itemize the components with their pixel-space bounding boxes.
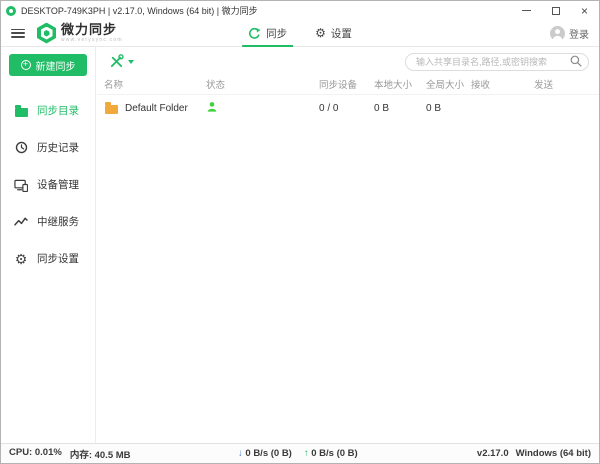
app-window: DESKTOP-749K3PH | v2.17.0, Windows (64 b… <box>0 0 600 464</box>
local-size-value: 0 B <box>374 102 390 114</box>
col-global-size: 全局大小 <box>426 79 465 91</box>
col-status: 状态 <box>206 79 226 91</box>
maximize-icon <box>551 6 560 15</box>
chevron-down-icon <box>128 60 134 64</box>
tab-settings-label: 设置 <box>330 27 352 40</box>
sync-icon <box>249 27 261 39</box>
main-tabs: 同步 ⚙ 设置 <box>242 20 354 47</box>
new-sync-button[interactable]: + 新建同步 <box>9 54 87 76</box>
header: 微力同步 www.verysync.com 同步 ⚙ 设置 登录 <box>1 20 599 47</box>
status-cell <box>206 101 319 116</box>
folder-icon <box>14 104 28 118</box>
col-name: 名称 <box>104 79 124 91</box>
table-header: 名称 状态 同步设备 本地大小 全局大小 接收 发送 <box>97 74 599 93</box>
gear-icon: ⚙ <box>315 26 326 40</box>
window-title: DESKTOP-749K3PH | v2.17.0, Windows (64 b… <box>21 6 258 16</box>
tools-icon <box>110 54 124 68</box>
sync-devices-value: 0 / 0 <box>319 102 339 114</box>
status-bar: CPU: 0.01% 内存: 40.5 MB ↓ 0 B/s (0 B) ↑ 0… <box>1 443 599 463</box>
app-logo: 微力同步 www.verysync.com <box>37 22 123 44</box>
window-controls: × <box>512 1 599 20</box>
sidebar-item-label: 同步目录 <box>37 105 79 117</box>
relay-icon <box>14 215 28 229</box>
app-icon <box>6 5 16 16</box>
minimize-button[interactable] <box>512 1 541 20</box>
upload-arrow-icon: ↑ <box>303 448 309 459</box>
logo-hexagon-icon <box>37 22 56 44</box>
logo-subtext: www.verysync.com <box>61 37 123 43</box>
plus-circle-icon: + <box>20 60 31 70</box>
cpu-usage: CPU: 0.01% <box>9 446 62 458</box>
close-button[interactable]: × <box>570 1 599 20</box>
sidebar: + 新建同步 同步目录 历史记录 设备管理 中继服务 ⚙ 同步设置 <box>1 47 96 443</box>
sidebar-item-label: 设备管理 <box>37 179 79 191</box>
search-input[interactable] <box>405 53 589 71</box>
search-box <box>405 52 589 71</box>
sidebar-item-label: 历史记录 <box>37 142 79 154</box>
new-sync-label: 新建同步 <box>35 61 76 73</box>
history-icon <box>14 141 28 155</box>
col-local-size: 本地大小 <box>374 79 413 91</box>
table-row[interactable]: Default Folder 0 / 0 0 B 0 B <box>97 94 599 121</box>
minimize-icon <box>522 10 531 11</box>
sidebar-item-label: 中继服务 <box>37 216 79 228</box>
search-icon[interactable] <box>570 55 582 67</box>
sidebar-item-sync-settings[interactable]: ⚙ 同步设置 <box>1 240 95 277</box>
main-content: 名称 状态 同步设备 本地大小 全局大小 接收 发送 Default Folde… <box>97 47 599 443</box>
tab-sync[interactable]: 同步 <box>242 20 294 47</box>
tab-settings[interactable]: ⚙ 设置 <box>313 20 354 46</box>
upload-rate: 0 B/s (0 B) <box>311 448 358 459</box>
tools-menu-button[interactable] <box>109 54 134 68</box>
download-arrow-icon: ↓ <box>238 448 243 459</box>
app-version: v2.17.0 <box>476 448 509 459</box>
tab-sync-label: 同步 <box>266 27 288 40</box>
login-button[interactable]: 登录 <box>550 25 589 41</box>
menu-icon[interactable] <box>11 28 25 38</box>
col-receive: 接收 <box>471 79 491 91</box>
sidebar-item-history[interactable]: 历史记录 <box>1 129 95 166</box>
maximize-button[interactable] <box>541 1 570 20</box>
close-icon: × <box>580 3 588 18</box>
sidebar-item-relay[interactable]: 中继服务 <box>1 203 95 240</box>
download-rate: 0 B/s (0 B) <box>245 448 292 459</box>
memory-usage: 内存: 40.5 MB <box>69 449 131 461</box>
col-sync-devices: 同步设备 <box>319 79 358 91</box>
gear-icon: ⚙ <box>14 250 28 267</box>
login-label: 登录 <box>569 29 589 41</box>
sidebar-items: 同步目录 历史记录 设备管理 中继服务 ⚙ 同步设置 <box>1 92 95 277</box>
sidebar-item-sync-folders[interactable]: 同步目录 <box>1 92 95 129</box>
online-user-icon <box>207 101 217 112</box>
sidebar-item-label: 同步设置 <box>37 253 79 265</box>
title-bar: DESKTOP-749K3PH | v2.17.0, Windows (64 b… <box>1 1 599 20</box>
col-send: 发送 <box>534 79 554 91</box>
resource-usage: CPU: 0.01% 内存: 40.5 MB <box>1 447 131 461</box>
logo-name: 微力同步 <box>61 22 118 37</box>
transfer-rates: ↓ 0 B/s (0 B) ↑ 0 B/s (0 B) <box>238 448 358 459</box>
global-size-value: 0 B <box>426 102 442 114</box>
avatar-icon <box>550 25 565 41</box>
folder-name: Default Folder <box>125 102 188 114</box>
folder-icon <box>104 101 118 115</box>
platform: Windows (64 bit) <box>515 448 591 459</box>
devices-icon <box>14 178 28 192</box>
version-info: v2.17.0 Windows (64 bit) <box>477 448 599 459</box>
sidebar-item-devices[interactable]: 设备管理 <box>1 166 95 203</box>
